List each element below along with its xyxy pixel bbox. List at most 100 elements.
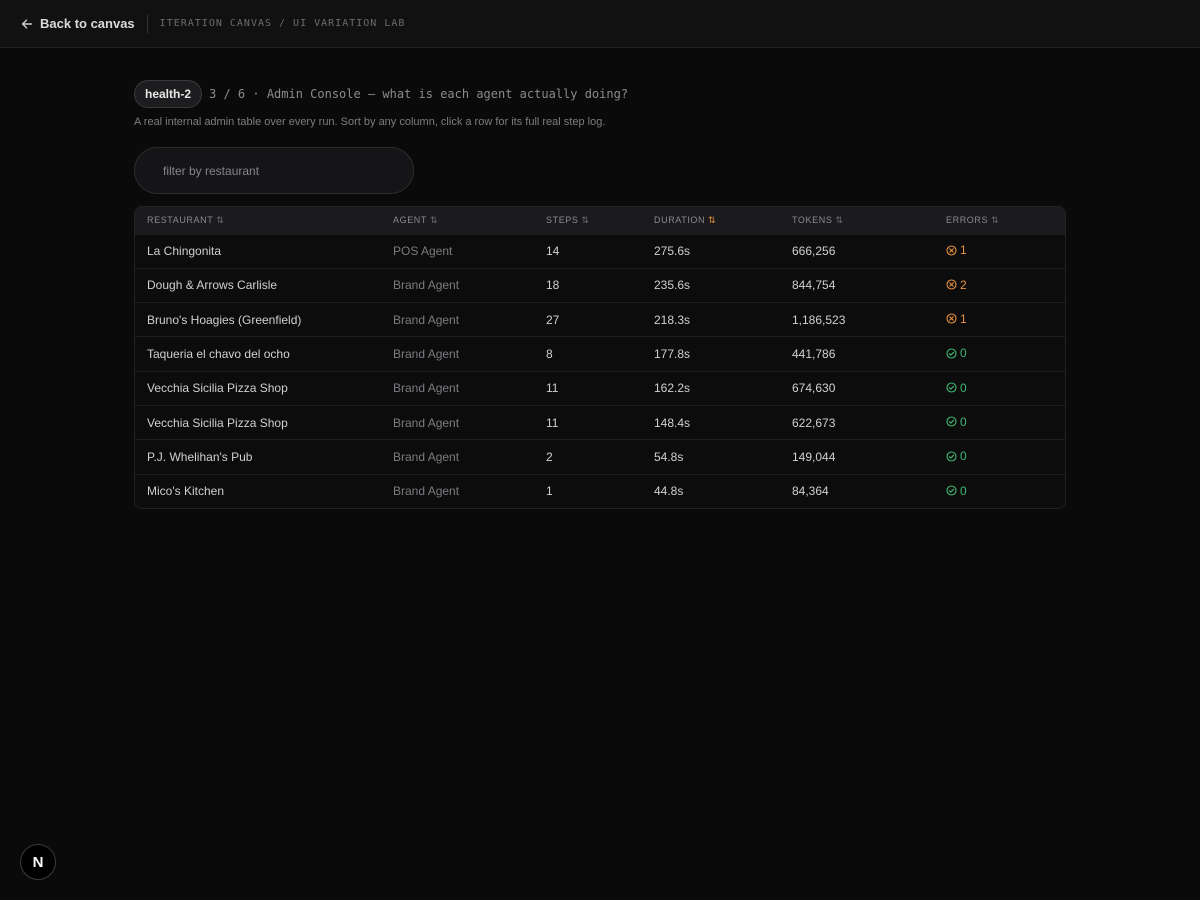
page-subtitle: A real internal admin table over every r…	[134, 116, 606, 128]
cell-steps: 18	[546, 278, 560, 293]
table-row[interactable]: Vecchia Sicilia Pizza Shop Brand Agent 11 1…	[135, 405, 1065, 439]
cell-errors: 0	[934, 371, 1065, 405]
sort-arrows-icon: ⇅	[430, 214, 439, 225]
column-header-errors[interactable]: ERRORS ⇅	[934, 207, 1065, 234]
error-count: 0	[960, 449, 967, 464]
cell-restaurant: Vecchia Sicilia Pizza Shop	[147, 381, 288, 396]
cell-steps: 11	[546, 415, 559, 430]
error-count-badge: 1	[946, 312, 967, 326]
error-count: 0	[960, 414, 967, 429]
cell-errors: 0	[934, 440, 1065, 474]
cell-steps: 11	[546, 381, 559, 396]
cell-restaurant: P.J. Whelihan's Pub	[147, 449, 253, 464]
table-body: La Chingonita POS Agent 14 275.6s 666,256 1 Do…	[135, 234, 1065, 508]
column-header-steps[interactable]: STEPS ⇅	[534, 207, 642, 234]
breadcrumb: ITERATION CANVAS / UI VARIATION LAB	[159, 18, 406, 29]
error-count: 0	[960, 380, 967, 395]
page-title: 3 / 6 · Admin Console — what is each age…	[209, 87, 629, 101]
cell-errors: 1	[934, 234, 1065, 268]
cell-tokens: 84,364	[792, 484, 829, 499]
column-header-label: TOKENS	[792, 214, 833, 225]
table-row[interactable]: Bruno's Hoagies (Greenfield) Brand Agent 2…	[135, 302, 1065, 337]
cell-steps: 1	[546, 484, 553, 499]
error-count-badge: 0	[946, 415, 967, 429]
cell-tokens: 1,186,523	[792, 312, 846, 327]
cell-restaurant: Taqueria el chavo del ocho	[147, 347, 290, 362]
cell-duration: 177.8s	[654, 347, 691, 362]
topbar-divider	[146, 14, 148, 33]
column-header-label: RESTAURANT	[147, 214, 214, 225]
x-circle-icon	[946, 245, 957, 256]
cell-agent: Brand Agent	[393, 381, 460, 396]
table-row[interactable]: P.J. Whelihan's Pub Brand Agent 2 54.8s 149,…	[135, 439, 1065, 474]
cell-steps: 27	[546, 312, 560, 327]
cell-steps: 8	[546, 347, 553, 362]
cell-restaurant: Mico's Kitchen	[147, 484, 224, 499]
check-circle-icon	[946, 416, 957, 427]
cell-tokens: 844,754	[792, 278, 836, 293]
cell-duration: 218.3s	[654, 312, 691, 327]
table-row[interactable]: Taqueria el chavo del ocho Brand Agent 8 17…	[135, 336, 1065, 371]
heading-row: health-2 3 / 6 · Admin Console — what is…	[134, 80, 1066, 108]
cell-steps: 2	[546, 449, 553, 464]
column-header-duration[interactable]: DURATION ⇅	[642, 207, 780, 234]
error-count-badge: 0	[946, 449, 967, 463]
runs-table: RESTAURANT ⇅ AGENT ⇅ STEPS ⇅ DURATION ⇅ TOKENS ⇅ E…	[134, 206, 1066, 510]
column-header-label: AGENT	[393, 214, 428, 225]
cell-restaurant: Dough & Arrows Carlisle	[147, 278, 278, 293]
check-circle-icon	[946, 485, 957, 496]
table-row[interactable]: Dough & Arrows Carlisle Brand Agent 18 235.…	[135, 268, 1065, 302]
main-content: health-2 3 / 6 · Admin Console — what is…	[134, 80, 1066, 510]
error-count: 1	[960, 311, 967, 326]
cell-tokens: 622,673	[792, 415, 836, 430]
cell-agent: Brand Agent	[393, 347, 460, 362]
sort-arrows-icon: ⇅	[835, 214, 844, 225]
cell-restaurant: Bruno's Hoagies (Greenfield)	[147, 312, 302, 327]
cell-restaurant: La Chingonita	[147, 244, 222, 259]
column-header-restaurant[interactable]: RESTAURANT ⇅	[135, 207, 381, 234]
cell-errors: 0	[934, 405, 1065, 439]
error-count: 0	[960, 483, 967, 498]
cell-errors: 0	[934, 337, 1065, 371]
restaurant-filter-input[interactable]	[134, 147, 414, 194]
check-circle-icon	[946, 451, 957, 462]
sort-arrows-icon: ⇅	[991, 214, 1000, 225]
cell-agent: POS Agent	[393, 244, 453, 259]
error-count-badge: 2	[946, 278, 967, 292]
top-bar: Back to canvas ITERATION CANVAS / UI VAR…	[0, 0, 1200, 48]
cell-errors: 2	[934, 268, 1065, 302]
back-to-canvas-link[interactable]: Back to canvas	[20, 16, 135, 31]
cell-duration: 235.6s	[654, 278, 691, 293]
cell-duration: 162.2s	[654, 381, 691, 396]
column-header-label: DURATION	[654, 214, 706, 225]
table-row[interactable]: La Chingonita POS Agent 14 275.6s 666,256 1	[135, 234, 1065, 268]
column-header-label: ERRORS	[946, 214, 989, 225]
cell-errors: 0	[934, 474, 1065, 508]
arrow-left-icon	[21, 18, 33, 29]
cell-agent: Brand Agent	[393, 312, 460, 327]
cell-tokens: 674,630	[792, 381, 836, 396]
column-header-agent[interactable]: AGENT ⇅	[381, 207, 534, 234]
error-count-badge: 0	[946, 346, 967, 360]
cell-agent: Brand Agent	[393, 484, 460, 499]
error-count: 2	[960, 277, 967, 292]
error-count: 1	[960, 243, 967, 258]
cell-tokens: 441,786	[792, 347, 836, 362]
cell-duration: 275.6s	[654, 244, 691, 259]
table-row[interactable]: Mico's Kitchen Brand Agent 1 44.8s 84,364 0	[135, 474, 1065, 508]
cell-duration: 54.8s	[654, 449, 684, 464]
cell-agent: Brand Agent	[393, 278, 460, 293]
back-to-canvas-label: Back to canvas	[40, 16, 135, 31]
check-circle-icon	[946, 382, 957, 393]
cell-tokens: 666,256	[792, 244, 836, 259]
check-circle-icon	[946, 348, 957, 359]
column-header-tokens[interactable]: TOKENS ⇅	[780, 207, 934, 234]
table-row[interactable]: Vecchia Sicilia Pizza Shop Brand Agent 11 1…	[135, 371, 1065, 405]
cell-duration: 44.8s	[654, 484, 684, 499]
cell-agent: Brand Agent	[393, 449, 460, 464]
cell-agent: Brand Agent	[393, 415, 460, 430]
framework-badge[interactable]: N	[20, 844, 56, 880]
table-header-row: RESTAURANT ⇅ AGENT ⇅ STEPS ⇅ DURATION ⇅ TOKENS ⇅ E…	[135, 207, 1065, 234]
error-count-badge: 0	[946, 484, 967, 498]
cell-restaurant: Vecchia Sicilia Pizza Shop	[147, 415, 288, 430]
